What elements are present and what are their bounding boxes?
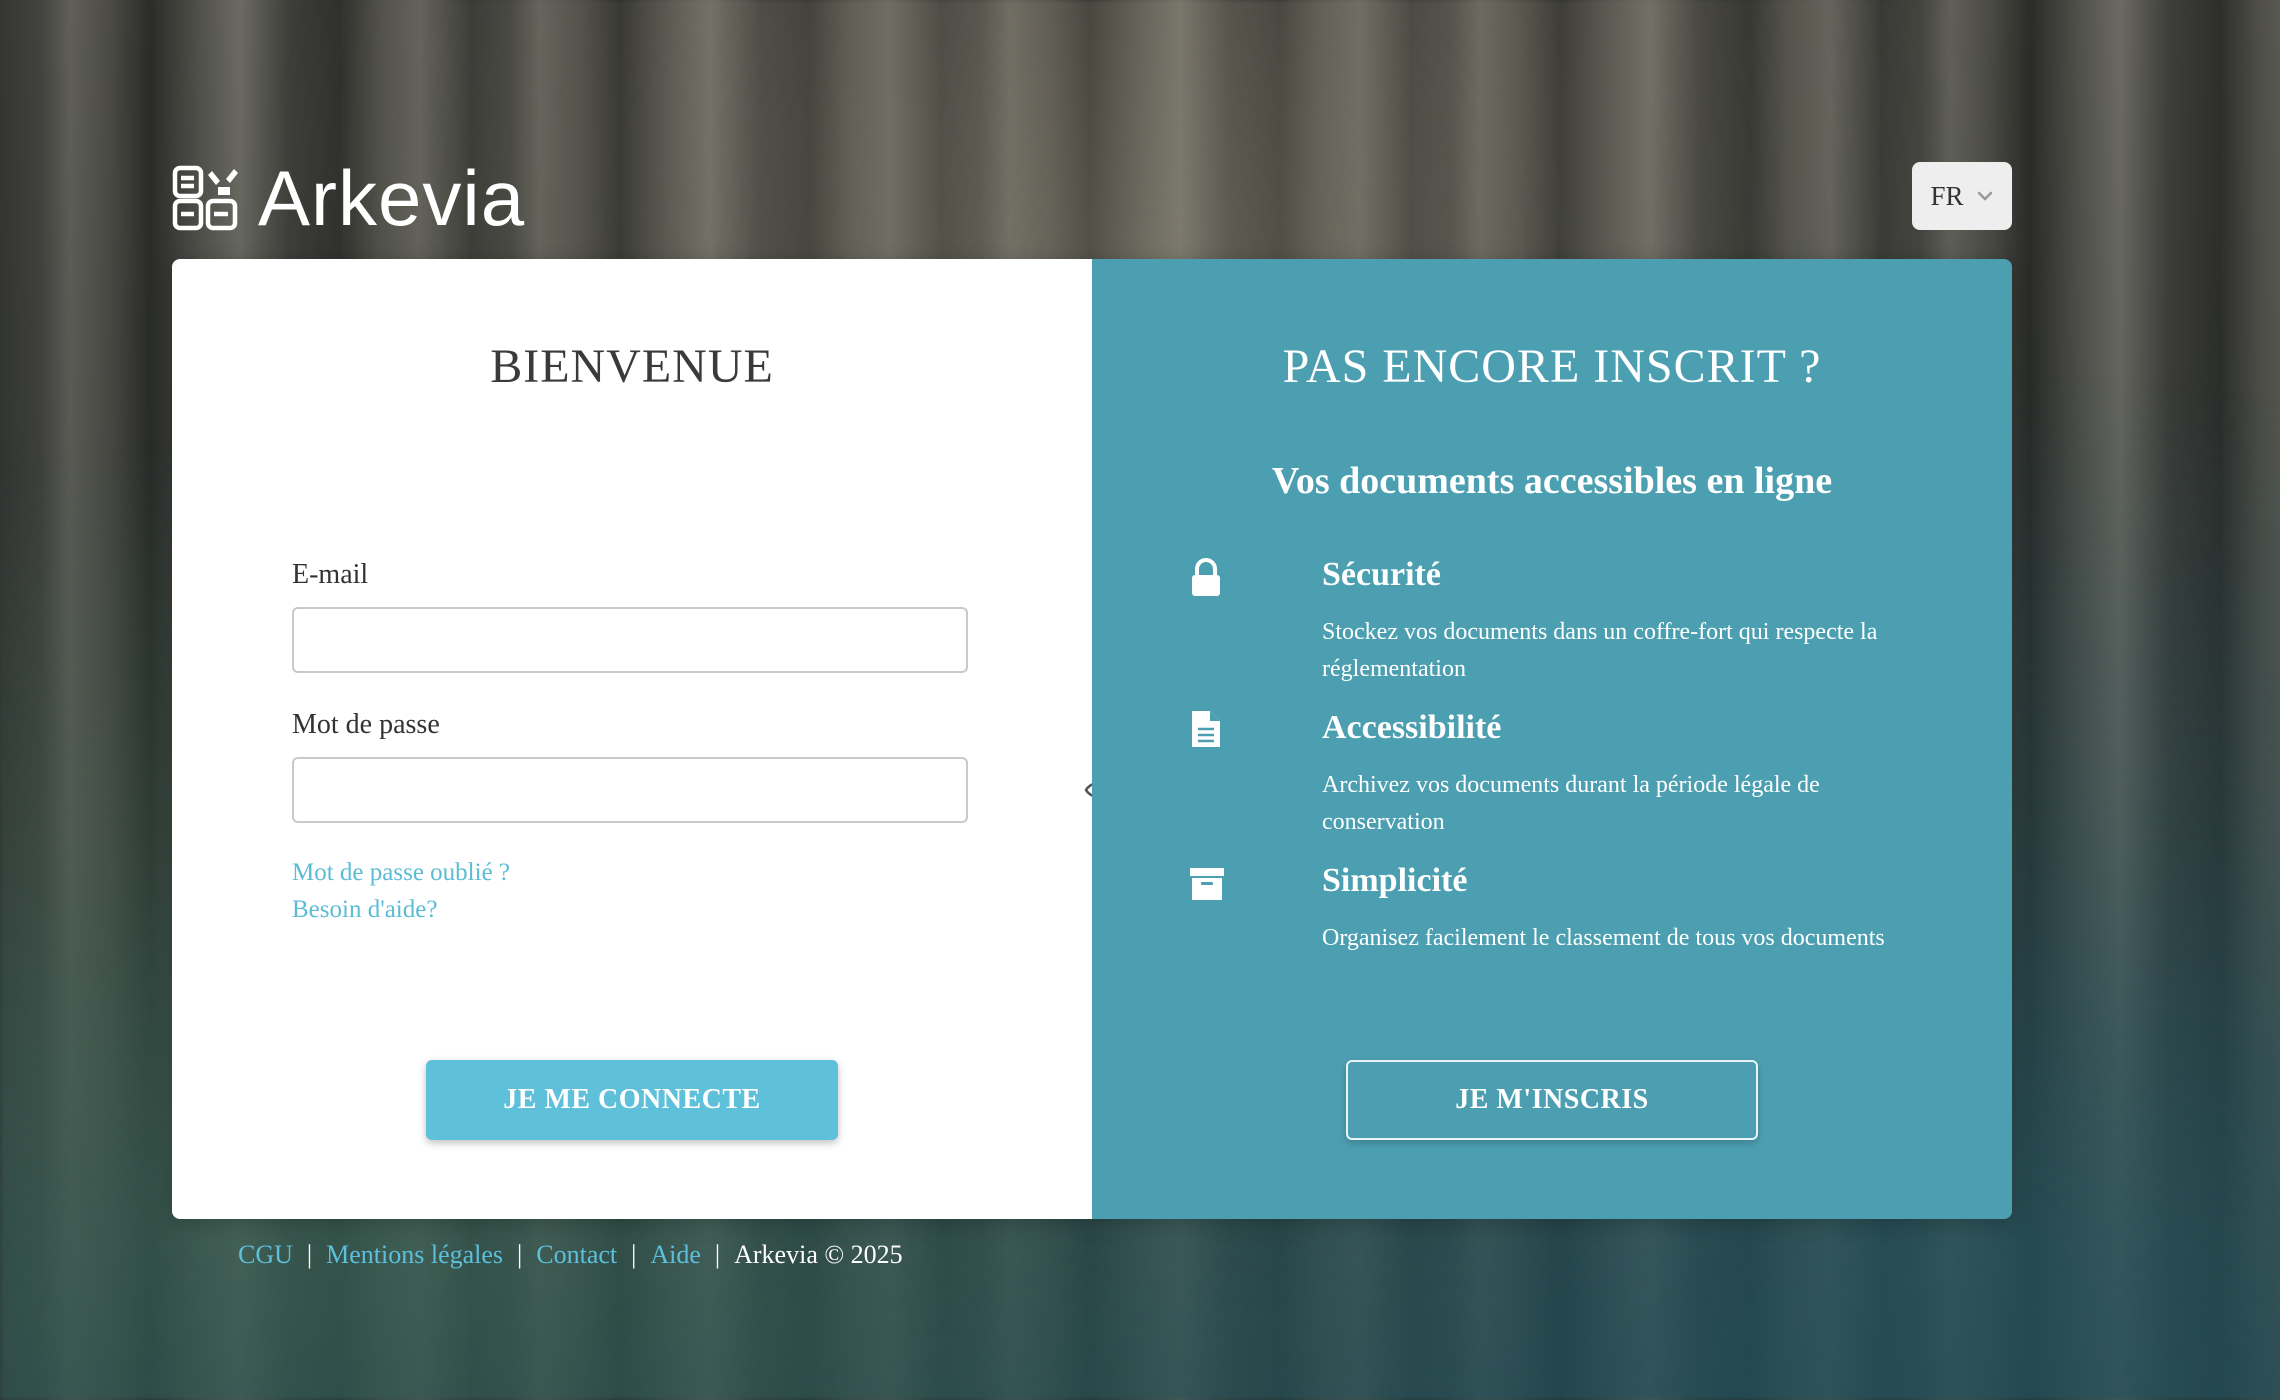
forgot-password-link[interactable]: Mot de passe oublié ? xyxy=(292,859,510,887)
lock-icon xyxy=(1192,558,1220,596)
footer-separator: | xyxy=(517,1240,523,1269)
password-field-wrapper xyxy=(172,757,1118,823)
header: Arkevia FR xyxy=(172,154,2012,260)
auth-card: BIENVENUE E-mail Mot de passe Mot de pas… xyxy=(172,259,2012,1219)
feature-title: Sécurité xyxy=(1322,556,1441,593)
feature-title: Accessibilité xyxy=(1322,709,1502,746)
register-button[interactable]: JE M'INSCRIS xyxy=(1346,1060,1758,1140)
register-subtitle: Vos documents accessibles en ligne xyxy=(1271,460,1833,502)
feature-description: Archivez vos documents durant la période… xyxy=(1322,772,1820,835)
email-input[interactable] xyxy=(292,607,968,673)
email-label: E-mail xyxy=(292,559,369,590)
feature-title: Simplicité xyxy=(1322,862,1468,899)
login-panel: BIENVENUE E-mail Mot de passe Mot de pas… xyxy=(172,259,1118,1219)
feature-description: Stockez vos documents dans un coffre-for… xyxy=(1322,619,1878,682)
document-icon xyxy=(1192,711,1220,747)
language-select[interactable]: FR xyxy=(1912,162,2012,230)
chevron-down-icon xyxy=(1977,191,1992,201)
footer-link-legal[interactable]: Mentions légales xyxy=(326,1240,503,1270)
footer-copyright: Arkevia © 2025 xyxy=(734,1240,903,1269)
footer-link-help[interactable]: Aide xyxy=(650,1240,701,1270)
footer-link-cgu[interactable]: CGU xyxy=(238,1240,293,1270)
feature-description: Organisez facilement le classement de to… xyxy=(1322,925,1885,951)
arkevia-logo-icon xyxy=(172,165,238,231)
language-selected-value: FR xyxy=(1930,180,1964,211)
footer-separator: | xyxy=(714,1240,721,1269)
brand-name: Arkevia xyxy=(258,154,526,242)
footer-separator: | xyxy=(306,1240,313,1269)
need-help-link[interactable]: Besoin d'aide? xyxy=(292,896,437,924)
password-label: Mot de passe xyxy=(292,709,440,740)
footer-separator: | xyxy=(631,1240,637,1269)
login-title: BIENVENUE xyxy=(490,340,774,393)
register-panel: PAS ENCORE INSCRIT ? Vos documents acces… xyxy=(1092,259,2012,1219)
register-title: PAS ENCORE INSCRIT ? xyxy=(1282,340,1822,393)
password-input[interactable] xyxy=(292,757,968,823)
archive-box-icon xyxy=(1190,868,1224,900)
login-button[interactable]: JE ME CONNECTE xyxy=(426,1060,838,1140)
footer-link-contact[interactable]: Contact xyxy=(536,1240,617,1270)
brand-logo: Arkevia xyxy=(172,154,526,242)
footer: CGU | Mentions légales | Contact | Aide … xyxy=(238,1240,903,1270)
